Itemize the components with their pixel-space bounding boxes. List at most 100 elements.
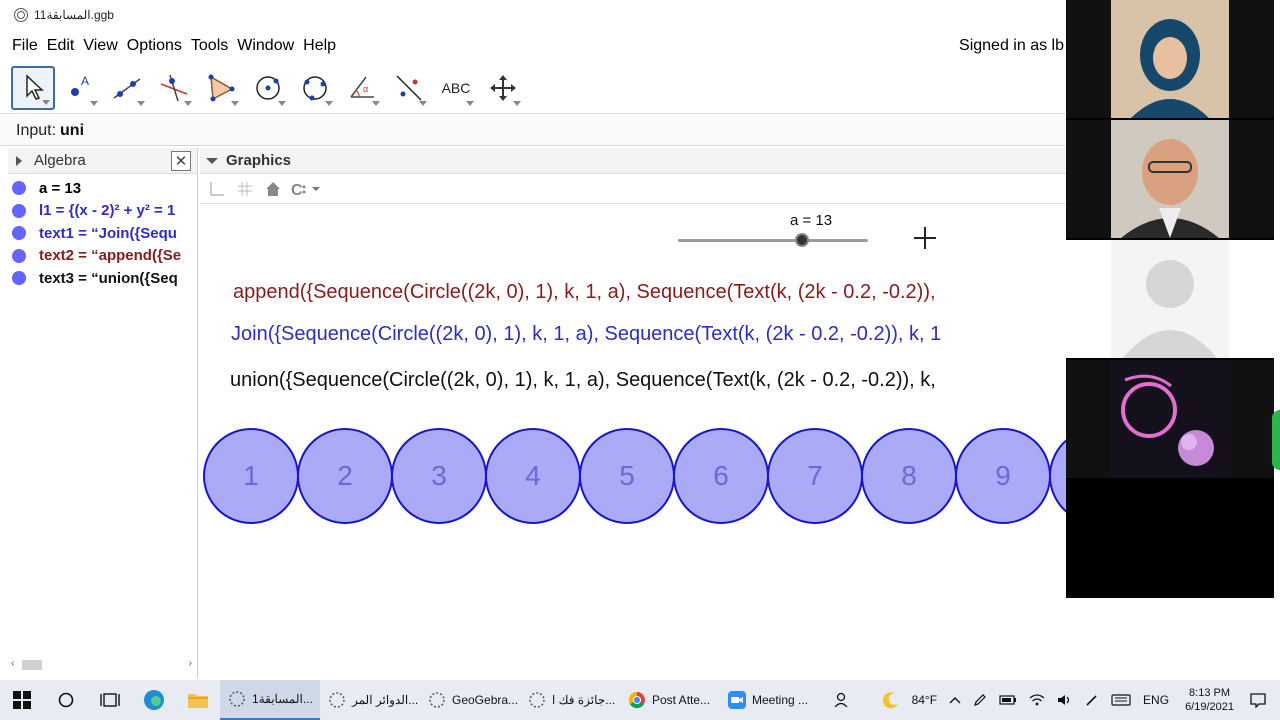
slider-knob[interactable] <box>794 233 809 247</box>
file-explorer-icon[interactable] <box>176 680 220 720</box>
taskbar-task-geogebra-1[interactable]: المسابقة1... <box>220 680 320 720</box>
algebra-item[interactable]: text3 = “union({Seq <box>8 267 197 290</box>
menu-help[interactable]: Help <box>303 37 336 55</box>
signed-in-status[interactable]: Signed in as lb <box>959 37 1064 55</box>
append-text[interactable]: append({Sequence(Circle((2k, 0), 1), k, … <box>233 281 936 304</box>
text-tool-button[interactable]: ABC <box>434 66 478 110</box>
text-tool-label: ABC <box>441 79 471 96</box>
sequence-circle[interactable]: 6 <box>673 428 769 524</box>
home-icon[interactable] <box>262 178 284 200</box>
move-tool-button[interactable] <box>11 65 55 110</box>
sequence-circle[interactable]: 4 <box>485 428 581 524</box>
visibility-dot-icon[interactable] <box>12 226 26 241</box>
close-algebra-button[interactable]: ✕ <box>171 151 191 171</box>
menu-view[interactable]: View <box>83 37 117 55</box>
sequence-circle[interactable]: 5 <box>579 428 675 524</box>
polygon-tool-button[interactable] <box>199 66 243 110</box>
input-language[interactable]: ENG <box>1143 693 1169 707</box>
line-tool-button[interactable] <box>105 66 149 110</box>
sequence-circle[interactable] <box>1049 428 1066 524</box>
sequence-circle[interactable]: 9 <box>955 428 1051 524</box>
tool-bar: A α ABC <box>0 62 1066 114</box>
scroll-thumb[interactable] <box>22 660 42 670</box>
chrome-icon <box>628 691 645 709</box>
point-tool-button[interactable]: A <box>58 66 102 110</box>
algebra-item[interactable]: a = 13 <box>8 177 197 200</box>
windows-start-icon[interactable] <box>0 680 44 720</box>
scroll-right-icon[interactable]: › <box>189 658 192 669</box>
point-capturing-icon[interactable]: C <box>290 178 324 200</box>
input-field[interactable] <box>60 121 961 140</box>
pen-icon[interactable] <box>973 693 987 707</box>
battery-icon[interactable] <box>999 694 1017 706</box>
circle-center-point-tool-button[interactable] <box>246 66 290 110</box>
algebra-horizontal-scrollbar[interactable]: ‹ › <box>8 658 198 672</box>
algebra-item[interactable]: text1 = “Join({Sequ <box>8 222 197 245</box>
svg-text:α: α <box>363 84 368 94</box>
chevron-up-icon[interactable] <box>949 695 961 705</box>
visibility-dot-icon[interactable] <box>12 248 26 263</box>
union-text[interactable]: union({Sequence(Circle((2k, 0), 1), k, 1… <box>230 369 936 392</box>
menu-edit[interactable]: Edit <box>47 37 75 55</box>
circle-three-points-tool-button[interactable] <box>293 66 337 110</box>
collapse-caret-icon[interactable] <box>206 157 218 164</box>
graphics-header[interactable]: Graphics <box>200 148 1066 174</box>
collapse-caret-icon[interactable] <box>16 155 22 166</box>
algebra-item-text: l1 = {(x - 2)² + y² = 1 <box>39 202 176 220</box>
angle-tool-button[interactable]: α <box>340 66 384 110</box>
algebra-panel: Algebra ✕ a = 13 l1 = {(x - 2)² + y² = 1… <box>8 148 198 678</box>
edge-handle[interactable] <box>1272 410 1280 470</box>
visibility-dot-icon[interactable] <box>12 181 26 196</box>
taskbar-task-geogebra-3[interactable]: GeoGebra... <box>420 680 520 720</box>
weather-temperature[interactable]: 84°F <box>912 693 937 707</box>
crosshair-cursor-icon <box>914 227 936 249</box>
grid-toggle-icon[interactable] <box>234 178 256 200</box>
participant-video-1[interactable] <box>1066 0 1274 118</box>
notifications-icon[interactable] <box>1250 692 1266 708</box>
move-arrows-icon <box>490 74 516 101</box>
sequence-circle[interactable]: 1 <box>203 428 299 524</box>
task-label: Post Atte... <box>652 693 711 707</box>
participant-avatar <box>1111 0 1229 118</box>
algebra-title: Algebra <box>34 152 86 169</box>
stylus-icon[interactable] <box>1085 693 1099 707</box>
menu-window[interactable]: Window <box>237 37 294 55</box>
taskbar-task-geogebra-2[interactable]: الدوائر المر... <box>320 680 420 720</box>
visibility-dot-icon[interactable] <box>12 203 26 218</box>
move-graphics-view-tool-button[interactable] <box>481 66 525 110</box>
weather-moon-icon[interactable] <box>882 691 900 709</box>
sequence-circle[interactable]: 8 <box>861 428 957 524</box>
participant-video-3[interactable] <box>1066 240 1274 358</box>
algebra-item[interactable]: text2 = “append({Se <box>8 245 197 268</box>
participant-video-2[interactable] <box>1066 120 1274 238</box>
algebra-header[interactable]: Algebra ✕ <box>8 148 197 174</box>
people-icon[interactable] <box>820 680 864 720</box>
slider-a[interactable] <box>678 233 868 247</box>
participant-video-4[interactable] <box>1066 360 1274 478</box>
algebra-list: a = 13 l1 = {(x - 2)² + y² = 1 text1 = “… <box>8 174 197 290</box>
taskbar-task-zoom[interactable]: Meeting ... <box>720 680 820 720</box>
perpendicular-line-tool-button[interactable] <box>152 66 196 110</box>
sequence-circle[interactable]: 7 <box>767 428 863 524</box>
join-text[interactable]: Join({Sequence(Circle((2k, 0), 1), k, 1,… <box>231 323 941 346</box>
sequence-circle[interactable]: 2 <box>297 428 393 524</box>
keyboard-icon[interactable] <box>1111 694 1131 706</box>
taskbar-task-chrome[interactable]: Post Atte... <box>620 680 720 720</box>
volume-icon[interactable] <box>1057 693 1073 707</box>
menu-file[interactable]: File <box>12 37 38 55</box>
wifi-icon[interactable] <box>1029 693 1045 707</box>
algebra-item[interactable]: l1 = {(x - 2)² + y² = 1 <box>8 200 197 223</box>
menu-tools[interactable]: Tools <box>191 37 228 55</box>
taskbar-task-geogebra-4[interactable]: جائزة فك ا... <box>520 680 620 720</box>
visibility-dot-icon[interactable] <box>12 271 26 286</box>
axes-toggle-icon[interactable] <box>206 178 228 200</box>
scroll-left-icon[interactable]: ‹ <box>11 658 14 669</box>
edge-browser-icon[interactable] <box>132 680 176 720</box>
sequence-circle[interactable]: 3 <box>391 428 487 524</box>
graphics-canvas[interactable]: a = 13 append({Sequence(Circle((2k, 0), … <box>200 204 1066 678</box>
search-icon[interactable] <box>44 680 88 720</box>
clock[interactable]: 8:13 PM 6/19/2021 <box>1185 686 1234 714</box>
reflect-tool-button[interactable] <box>387 66 431 110</box>
task-view-icon[interactable] <box>88 680 132 720</box>
menu-options[interactable]: Options <box>127 37 182 55</box>
